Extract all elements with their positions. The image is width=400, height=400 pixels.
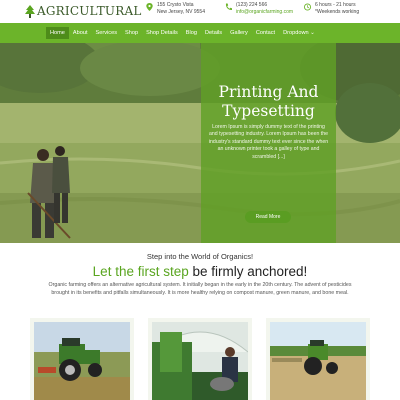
phone-info: (123) 224 566 info@organicfarming.com [225, 2, 293, 16]
phone-icon [225, 3, 232, 11]
nav-item-gallery[interactable]: Gallery [230, 30, 248, 36]
hero-description: Lorem Ipsum is simply dummy text of the … [208, 124, 329, 160]
address-line2: New Jersey, NV 9554 [157, 9, 205, 15]
clock-icon [304, 3, 311, 11]
feature-card[interactable] [30, 318, 134, 400]
intro-title-highlight: Let the first step [92, 264, 189, 279]
top-bar: AGRICULTURAL 155 Crysto Vista New Jersey… [0, 0, 400, 24]
nav-item-home[interactable]: Home [46, 27, 69, 39]
nav-item-dropdown[interactable]: Dropdown ⌄ [283, 30, 315, 36]
address-info: 155 Crysto Vista New Jersey, NV 9554 [146, 2, 205, 16]
nav-item-services[interactable]: Services [96, 30, 117, 36]
hero-banner: Printing And Typesetting Lorem Ipsum is … [0, 43, 400, 243]
nav-item-shop[interactable]: Shop [125, 30, 138, 36]
logo[interactable]: AGRICULTURAL [25, 4, 142, 18]
tractor-farm-photo [270, 322, 366, 400]
hours-info: 6 hours - 21 hours *Weekends working [304, 2, 359, 16]
tree-icon [25, 4, 35, 18]
hero-title-line1: Printing And [218, 83, 319, 101]
nav-item-details[interactable]: Details [205, 30, 222, 36]
nav-item-contact[interactable]: Contact [256, 30, 275, 36]
hours-line1: 6 hours - 21 hours [315, 2, 356, 8]
nav-menu: Home About Services Shop Shop Details Bl… [46, 23, 323, 43]
hero-farmers-photo [0, 43, 400, 243]
logo-text: AGRICULTURAL [37, 4, 142, 18]
tractor-field-photo [34, 322, 130, 400]
intro-subtitle: Step into the World of Organics! [146, 252, 254, 261]
feature-card[interactable] [148, 318, 252, 400]
main-nav: Home About Services Shop Shop Details Bl… [0, 23, 400, 43]
phone-number[interactable]: (123) 224 566 [236, 2, 293, 9]
hours-line2: *Weekends working [315, 9, 360, 15]
feature-card[interactable] [266, 318, 370, 400]
location-pin-icon [146, 3, 153, 11]
intro-text: Organic farming offers an alternative ag… [48, 282, 352, 296]
hero-title-line2: Typesetting [222, 102, 315, 120]
read-more-button[interactable]: Read More [245, 211, 291, 223]
greenhouse-photo [152, 322, 248, 400]
address-line1: 155 Crysto Vista [157, 2, 194, 8]
intro-title: Let the first step be firmly anchored! [0, 264, 400, 279]
intro-title-rest: be firmly anchored! [192, 264, 308, 279]
nav-item-blog[interactable]: Blog [186, 30, 197, 36]
nav-item-about[interactable]: About [73, 30, 88, 36]
hero-title: Printing And Typesetting [201, 83, 336, 121]
nav-item-shop-details[interactable]: Shop Details [146, 30, 178, 36]
email-link[interactable]: info@organicfarming.com [236, 9, 293, 16]
